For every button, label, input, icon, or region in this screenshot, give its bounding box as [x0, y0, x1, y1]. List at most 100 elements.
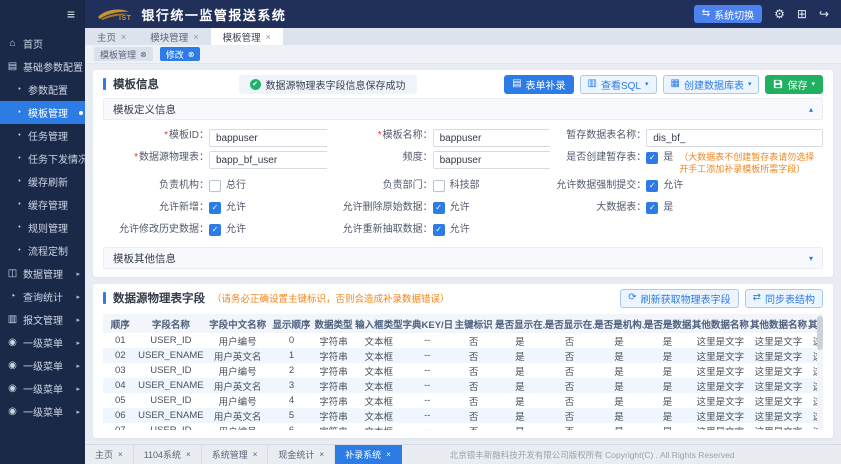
- section-other-info[interactable]: 模板其他信息 ▾: [103, 247, 823, 269]
- table-cell: 这里是文字: [691, 333, 749, 348]
- sidebar-item[interactable]: ◉一级菜单▸: [0, 354, 85, 377]
- breadcrumb-chip[interactable]: 修改⊗: [160, 47, 201, 61]
- close-icon[interactable]: ×: [319, 450, 324, 459]
- sidebar-item-label: 任务管理: [28, 128, 68, 143]
- workspace-tab[interactable]: 主页×: [85, 28, 138, 45]
- sidebar-collapse-icon[interactable]: ≡: [67, 7, 75, 21]
- sidebar-item[interactable]: •任务下发情况: [0, 147, 85, 170]
- checkbox[interactable]: [209, 180, 221, 192]
- sidebar-item[interactable]: •规则管理: [0, 216, 85, 239]
- checkbox-label: 允许: [450, 201, 470, 215]
- field-input[interactable]: [646, 129, 823, 147]
- table-row[interactable]: 02USER_ENAME用户英文名1字符串文本框--否是否是是这里是文字这里是文…: [103, 348, 823, 363]
- table-row[interactable]: 06USER_ENAME用户英文名5字符串文本框--否是否是是这里是文字这里是文…: [103, 408, 823, 423]
- panel-title: 模板信息: [113, 76, 159, 92]
- field-input[interactable]: [209, 151, 327, 169]
- system-switch-button[interactable]: ⇆ 系统切换: [694, 5, 762, 23]
- scrollbar-thumb[interactable]: [817, 316, 823, 350]
- sidebar-menu: ⌂首页▤基础参数配置▾•参数配置•模板管理•任务管理•任务下发情况•缓存刷新•缓…: [0, 28, 85, 464]
- workspace-tab[interactable]: 模板管理 ×: [211, 28, 283, 45]
- sidebar-item[interactable]: •缓存管理: [0, 193, 85, 216]
- table-cell: 是: [594, 423, 644, 430]
- close-icon[interactable]: ×: [266, 32, 271, 42]
- checkbox[interactable]: ✓: [433, 202, 445, 214]
- checkbox[interactable]: ✓: [209, 202, 221, 214]
- table-row[interactable]: 05USER_ID用户编号4字符串文本框--否是否是是这里是文字这里是文字这里是…: [103, 393, 823, 408]
- sidebar-item[interactable]: •流程定制: [0, 239, 85, 262]
- table-cell: 否: [452, 333, 495, 348]
- bottom-tab[interactable]: 系统管理×: [202, 445, 269, 464]
- column-header: 主键标识: [452, 314, 495, 333]
- close-circle-icon[interactable]: ⊗: [140, 50, 147, 59]
- checkbox[interactable]: ✓: [209, 224, 221, 236]
- sidebar-item[interactable]: •参数配置: [0, 78, 85, 101]
- sidebar-item[interactable]: •模板管理: [0, 101, 85, 124]
- field-input[interactable]: [209, 129, 327, 147]
- field-input[interactable]: [433, 129, 551, 147]
- sidebar-item[interactable]: ⌂首页: [0, 32, 85, 55]
- create-table-button[interactable]: ▦ 创建数据库表 ▾: [663, 75, 760, 94]
- workspace-tab[interactable]: 模块管理×: [138, 28, 210, 45]
- checkbox-label: 总行: [226, 179, 246, 193]
- checkbox[interactable]: [433, 180, 445, 192]
- close-circle-icon[interactable]: ⊗: [188, 50, 195, 59]
- close-icon[interactable]: ×: [253, 450, 258, 459]
- sidebar-item[interactable]: •缓存刷新: [0, 170, 85, 193]
- close-icon[interactable]: ×: [186, 450, 191, 459]
- column-header: 其他数据名称: [691, 314, 749, 333]
- save-button[interactable]: 保存 ▾: [765, 75, 823, 94]
- chevron-right-icon: ▸: [76, 339, 80, 347]
- tab-label: 模板管理: [223, 30, 261, 44]
- sidebar-item[interactable]: ▤基础参数配置▾: [0, 55, 85, 78]
- table-cell: 0: [271, 333, 312, 348]
- table-actions: ⟳ 刷新获取物理表字段 ⇄ 同步表结构: [620, 289, 823, 308]
- bottom-tab[interactable]: 1104系统×: [134, 445, 202, 464]
- menu-icon: ◉: [7, 383, 18, 394]
- close-icon[interactable]: ×: [118, 450, 123, 459]
- sidebar-item[interactable]: ◉一级菜单▸: [0, 400, 85, 423]
- close-icon[interactable]: ×: [193, 32, 198, 42]
- table-row[interactable]: 03USER_ID用户编号2字符串文本框--否是否是是这里是文字这里是文字这里是…: [103, 363, 823, 378]
- table-cell: 否: [545, 393, 595, 408]
- checkbox[interactable]: ✓: [433, 224, 445, 236]
- bottom-tab[interactable]: 补录系统×: [335, 445, 402, 464]
- table-row[interactable]: 07USER_ID用户编号6字符串文本框--否是否是是这里是文字这里是文字这里是…: [103, 423, 823, 430]
- table-cell: 是: [594, 333, 644, 348]
- sync-structure-button[interactable]: ⇄ 同步表结构: [745, 289, 823, 308]
- section-definition-info[interactable]: 模板定义信息 ▴: [103, 98, 823, 120]
- view-sql-button[interactable]: ▥ 查看SQL ▾: [580, 75, 657, 94]
- checkbox[interactable]: ✓: [646, 152, 658, 164]
- table-cell: 用户英文名: [204, 348, 271, 363]
- gear-icon[interactable]: ⚙: [774, 8, 785, 20]
- table-cell: 文本框: [355, 378, 402, 393]
- bottom-tab[interactable]: 主页×: [85, 445, 134, 464]
- refresh-fields-button[interactable]: ⟳ 刷新获取物理表字段: [620, 289, 738, 308]
- checkbox[interactable]: ✓: [646, 180, 658, 192]
- bottom-tab[interactable]: 现金统计×: [268, 445, 335, 464]
- view-sql-label: 查看SQL: [601, 77, 641, 92]
- field-label: 暂存数据表名称：: [550, 129, 646, 143]
- breadcrumb-chip[interactable]: 模板管理⊗: [94, 47, 153, 61]
- refresh-icon: ⟳: [628, 293, 636, 303]
- sidebar-item[interactable]: ▥报文管理▸: [0, 308, 85, 331]
- sidebar-item[interactable]: ◉一级菜单▸: [0, 331, 85, 354]
- collapse-down-icon[interactable]: ▾: [809, 254, 813, 263]
- sidebar-item[interactable]: ◫数据管理▸: [0, 262, 85, 285]
- table-cell: --: [403, 423, 453, 430]
- logout-icon[interactable]: ↪: [819, 8, 829, 20]
- sidebar-item[interactable]: ◉一级菜单▸: [0, 377, 85, 400]
- collapse-up-icon[interactable]: ▴: [809, 105, 813, 114]
- workspace-tabs: 主页×模块管理× 模板管理 ×: [85, 28, 841, 45]
- table-cell: 是: [495, 378, 545, 393]
- sidebar-item[interactable]: •任务管理: [0, 124, 85, 147]
- close-icon[interactable]: ×: [121, 32, 126, 42]
- field-input[interactable]: [433, 151, 551, 169]
- table-row[interactable]: 04USER_ENAME用户英文名3字符串文本框--否是否是是这里是文字这里是文…: [103, 378, 823, 393]
- chevron-down-icon: ▾: [748, 80, 752, 88]
- checkbox[interactable]: ✓: [646, 202, 658, 214]
- fullscreen-icon[interactable]: ⊞: [797, 8, 807, 20]
- table-row[interactable]: 01USER_ID用户编号0字符串文本框--否是否是是这里是文字这里是文字这里是…: [103, 333, 823, 348]
- close-icon[interactable]: ×: [386, 450, 391, 459]
- form-entry-button[interactable]: ▤ 表单补录: [504, 75, 573, 94]
- sidebar-item[interactable]: ◔查询统计▸: [0, 285, 85, 308]
